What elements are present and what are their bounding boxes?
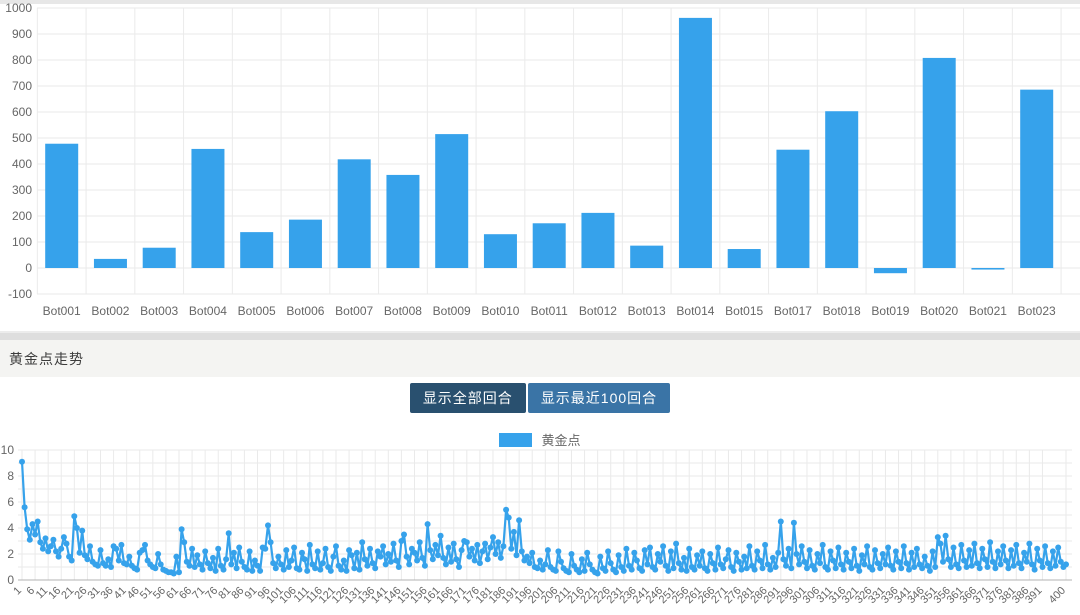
bar-Bot010[interactable] xyxy=(483,234,517,268)
svg-text:Bot017: Bot017 xyxy=(774,304,812,318)
bar-Bot003[interactable] xyxy=(142,247,176,268)
svg-text:391: 391 xyxy=(1023,585,1044,606)
svg-text:Bot011: Bot011 xyxy=(531,304,568,318)
svg-text:800: 800 xyxy=(12,53,32,67)
bar-Bot011[interactable] xyxy=(532,223,566,268)
svg-text:6: 6 xyxy=(7,495,14,509)
bar-Bot015[interactable] xyxy=(727,249,761,268)
svg-text:Bot019: Bot019 xyxy=(871,304,909,318)
svg-text:600: 600 xyxy=(12,105,32,119)
svg-text:Bot023: Bot023 xyxy=(1018,304,1056,318)
show-all-rounds-button[interactable]: 显示全部回合 xyxy=(409,383,526,413)
bar-Bot021[interactable] xyxy=(971,268,1005,270)
svg-text:0: 0 xyxy=(25,261,32,275)
svg-text:Bot012: Bot012 xyxy=(579,304,617,318)
bar-Bot017[interactable] xyxy=(776,149,810,268)
svg-text:Bot003: Bot003 xyxy=(140,304,178,318)
svg-text:-100: -100 xyxy=(8,287,32,301)
svg-text:Bot001: Bot001 xyxy=(43,304,81,318)
bot-score-bar-chart[interactable]: -100 0 100 200 300 400 500 600 700 800 900 1000 Bot0… xyxy=(0,0,1080,333)
svg-text:200: 200 xyxy=(12,209,32,223)
bar-Bot008[interactable] xyxy=(386,174,420,268)
svg-text:8: 8 xyxy=(7,469,14,483)
svg-text:1: 1 xyxy=(11,585,24,598)
svg-text:Bot004: Bot004 xyxy=(189,304,227,318)
bar-Bot019[interactable] xyxy=(873,268,907,274)
section-title: 黄金点走势 xyxy=(9,350,84,367)
svg-text:Bot002: Bot002 xyxy=(91,304,129,318)
bar-Bot018[interactable] xyxy=(825,111,859,268)
svg-text:Bot008: Bot008 xyxy=(384,304,422,318)
bar-Bot005[interactable] xyxy=(240,232,274,268)
svg-text:10: 10 xyxy=(1,443,15,457)
svg-text:100: 100 xyxy=(12,235,32,249)
bar-Bot006[interactable] xyxy=(288,219,322,268)
svg-text:Bot006: Bot006 xyxy=(286,304,324,318)
svg-text:900: 900 xyxy=(12,27,32,41)
bar-Bot007[interactable] xyxy=(337,159,371,268)
svg-text:1000: 1000 xyxy=(5,1,32,15)
round-filter-button-group: 显示全部回合 显示最近100回合 xyxy=(0,383,1080,413)
bar-Bot009[interactable] xyxy=(435,134,469,268)
golden-point-trend-line-chart[interactable]: 02468101 61116212631364146515661667176818… xyxy=(0,443,1080,615)
bar-Bot013[interactable] xyxy=(630,245,664,268)
svg-text:2: 2 xyxy=(7,547,14,561)
svg-text:Bot021: Bot021 xyxy=(969,304,1007,318)
bar-Bot020[interactable] xyxy=(922,57,956,268)
svg-text:4: 4 xyxy=(7,521,14,535)
panel-header: 黄金点走势 xyxy=(0,340,1080,377)
svg-text:Bot014: Bot014 xyxy=(676,304,714,318)
page: -100 0 100 200 300 400 500 600 700 800 900 1000 Bot0… xyxy=(0,0,1080,615)
svg-text:Bot009: Bot009 xyxy=(433,304,471,318)
svg-text:Bot010: Bot010 xyxy=(481,304,519,318)
svg-text:Bot007: Bot007 xyxy=(335,304,373,318)
bar-Bot001[interactable] xyxy=(45,143,79,268)
bar-Bot002[interactable] xyxy=(93,258,127,268)
svg-text:300: 300 xyxy=(12,183,32,197)
bar-Bot004[interactable] xyxy=(191,148,225,268)
svg-text:Bot015: Bot015 xyxy=(725,304,763,318)
svg-text:400: 400 xyxy=(1047,585,1068,606)
svg-text:0: 0 xyxy=(7,573,14,587)
bar-Bot014[interactable] xyxy=(678,17,712,268)
svg-text:400: 400 xyxy=(12,157,32,171)
svg-text:Bot020: Bot020 xyxy=(920,304,958,318)
bar-Bot023[interactable] xyxy=(1020,89,1054,268)
show-recent-100-rounds-button[interactable]: 显示最近100回合 xyxy=(527,383,671,413)
bar-Bot012[interactable] xyxy=(581,212,615,268)
svg-text:Bot005: Bot005 xyxy=(238,304,276,318)
svg-text:500: 500 xyxy=(12,131,32,145)
svg-text:700: 700 xyxy=(12,79,32,93)
svg-text:Bot013: Bot013 xyxy=(628,304,666,318)
svg-text:Bot018: Bot018 xyxy=(823,304,861,318)
